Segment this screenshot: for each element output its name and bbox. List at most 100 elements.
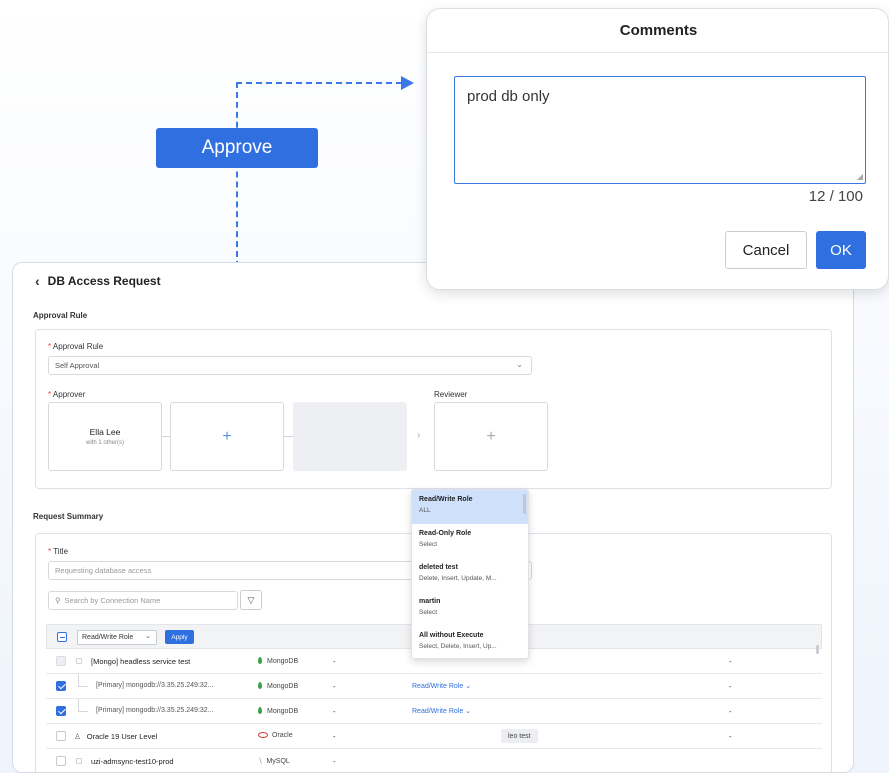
cell-value: -: [729, 732, 732, 741]
chevron-down-icon: ⌄: [465, 683, 472, 690]
add-reviewer-button[interactable]: +: [434, 402, 548, 471]
search-input[interactable]: ⚲ Search by Connection Name: [48, 591, 238, 610]
search-icon: ⚲: [55, 596, 61, 605]
row-checkbox[interactable]: [56, 756, 66, 766]
cell-value: -: [333, 757, 336, 766]
db-type: ∖ MySQL: [258, 758, 290, 765]
dropdown-item-title: martin: [419, 598, 441, 605]
search-placeholder: Search by Connection Name: [64, 596, 161, 605]
dropdown-item-sub: Select: [419, 541, 438, 548]
plus-icon: +: [222, 427, 232, 445]
row-checkbox[interactable]: [56, 681, 66, 691]
cell-value: -: [333, 732, 336, 741]
role-select-link[interactable]: Read/Write Role ⌄: [412, 682, 471, 690]
ok-button[interactable]: OK: [816, 231, 866, 269]
request-summary-section-title: Request Summary: [33, 512, 104, 521]
dropdown-item-all-without-execute[interactable]: All without Execute Select, Delete, Inse…: [412, 626, 528, 658]
plus-icon: +: [486, 427, 496, 445]
dropdown-item-title: deleted test: [419, 564, 458, 571]
dropdown-item-martin[interactable]: martin Select: [412, 592, 528, 626]
table-row[interactable]: uzi-admsync-test10-prod ∖ MySQL -: [46, 749, 822, 772]
comment-textarea[interactable]: prod db only ◢: [454, 76, 866, 184]
chevron-left-icon[interactable]: ‹: [35, 273, 40, 289]
dropdown-item-sub: ALL: [419, 507, 431, 514]
apply-button[interactable]: Apply: [165, 630, 194, 644]
approval-rule-label: * Approval Rule: [48, 342, 104, 351]
reviewer-label: Reviewer: [434, 390, 468, 399]
tree-node-icon: [76, 758, 82, 764]
tree-branch-line: [78, 674, 88, 687]
approver-connector: [284, 436, 293, 437]
connector-line-vertical: [236, 82, 238, 267]
dropdown-item-read-write-role[interactable]: Read/Write Role ALL: [412, 490, 528, 524]
role-select-link[interactable]: Read/Write Role ⌄: [412, 707, 471, 715]
approver-card-ella-lee[interactable]: Ella Lee with 1 other(s): [48, 402, 162, 471]
bulk-role-select[interactable]: Read/Write Role ⌄: [77, 630, 157, 645]
row-checkbox[interactable]: [56, 706, 66, 716]
cell-value: -: [729, 682, 732, 691]
connection-name: ♙ Oracle 19 User Level: [74, 732, 158, 741]
page-title: DB Access Request: [47, 274, 161, 288]
db-type: MongoDB: [258, 682, 298, 690]
chevron-down-icon: ⌄: [145, 633, 151, 640]
dropdown-item-title: Read/Write Role: [419, 496, 473, 503]
connection-name: [Primary] mongodb://3.35.25.249:32...: [96, 707, 214, 714]
select-all-checkbox[interactable]: [57, 632, 67, 642]
bulk-role-value: Read/Write Role: [82, 634, 134, 641]
connector-arrow-icon: [401, 76, 414, 90]
dropdown-scrollbar[interactable]: [523, 494, 526, 514]
row-checkbox[interactable]: [56, 731, 66, 741]
mysql-icon: ∖: [258, 758, 263, 765]
comments-modal: Comments prod db only ◢ 12 / 100 Cancel …: [426, 8, 889, 290]
approval-rule-select[interactable]: Self Approval ⌄: [48, 356, 532, 375]
add-approver-button[interactable]: +: [170, 402, 284, 471]
mongodb-icon: [258, 657, 262, 664]
connection-name: [Mongo] headless service test: [91, 657, 191, 666]
dropdown-item-sub: Select: [419, 609, 438, 616]
table-row[interactable]: [Primary] mongodb://3.35.25.249:32... Mo…: [46, 699, 822, 724]
db-type: MongoDB: [258, 707, 298, 715]
dropdown-item-deleted-test[interactable]: deleted test Delete, Insert, Update, M..…: [412, 558, 528, 592]
chevron-right-icon: ›: [417, 430, 421, 441]
filter-icon: ▽: [247, 594, 255, 605]
connection-name: uzi-admsync-test10-prod: [91, 757, 174, 766]
tree-node-icon: [76, 658, 82, 664]
role-dropdown-menu: Read/Write Role ALL Read-Only Role Selec…: [411, 489, 529, 659]
dropdown-item-sub: Delete, Insert, Update, M...: [419, 575, 497, 582]
table-scrollbar[interactable]: [816, 645, 819, 654]
approver-label: * Approver: [48, 390, 86, 399]
dropdown-item-read-only-role[interactable]: Read-Only Role Select: [412, 524, 528, 558]
title-placeholder: Requesting database access: [55, 566, 152, 575]
approval-rule-box: * Approval Rule Self Approval ⌄ * Approv…: [35, 329, 832, 489]
hierarchy-icon: ♙: [74, 732, 81, 741]
mongodb-icon: [258, 707, 262, 714]
mongodb-icon: [258, 682, 262, 689]
comment-text: prod db only: [467, 88, 550, 105]
cell-value: -: [333, 707, 336, 716]
modal-title: Comments: [427, 9, 889, 53]
chevron-down-icon: ⌄: [516, 360, 523, 369]
db-type: Oracle: [258, 732, 293, 739]
resize-handle-icon[interactable]: ◢: [857, 172, 863, 181]
table-row[interactable]: ♙ Oracle 19 User Level Oracle - leo test …: [46, 724, 822, 749]
approver-placeholder-card: [293, 402, 407, 471]
title-label: * Title: [48, 547, 69, 556]
cell-value: -: [333, 682, 336, 691]
cancel-button[interactable]: Cancel: [725, 231, 807, 269]
approver-sub: with 1 other(s): [85, 440, 124, 446]
filter-button[interactable]: ▽: [240, 590, 262, 610]
oracle-icon: [258, 732, 268, 738]
connector-line-horizontal: [236, 82, 402, 84]
cell-value: -: [729, 657, 732, 666]
approval-rule-value: Self Approval: [55, 361, 100, 370]
row-checkbox[interactable]: [56, 656, 66, 666]
db-access-request-panel: ‹ DB Access Request Approval Rule * Appr…: [12, 262, 854, 773]
chevron-down-icon: ⌄: [465, 708, 472, 715]
dropdown-item-sub: Select, Delete, Insert, Up...: [419, 643, 497, 650]
cell-value: -: [333, 657, 336, 666]
table-row[interactable]: [Primary] mongodb://3.35.25.249:32... Mo…: [46, 674, 822, 699]
role-tag: leo test: [501, 729, 538, 743]
page-header: ‹ DB Access Request: [35, 273, 161, 289]
dropdown-item-title: Read-Only Role: [419, 530, 472, 537]
approve-callout: Approve: [156, 128, 318, 168]
